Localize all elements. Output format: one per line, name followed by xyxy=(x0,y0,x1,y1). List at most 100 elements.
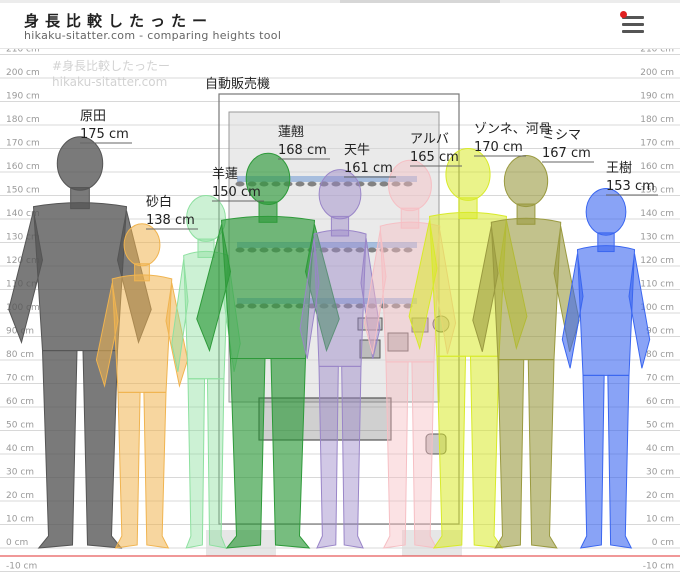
person-name: ゾンネ、河骨 xyxy=(474,122,552,137)
tick-label-right: 80 cm xyxy=(646,350,674,360)
tick-label-right: 120 cm xyxy=(640,256,674,266)
tick-label-right: 100 cm xyxy=(640,303,674,313)
person-torso xyxy=(220,215,316,359)
tick-label-left: 10 cm xyxy=(6,515,34,525)
tick-label-left: 200 cm xyxy=(6,68,40,78)
tick-label-left: 180 cm xyxy=(6,115,40,125)
chart-canvas: 210 cm 210 cm200 cm 200 cm190 cm 190 cm180 … xyxy=(0,48,680,572)
tick-label-right: 10 cm xyxy=(646,515,674,525)
drink-bottle xyxy=(307,181,317,187)
tick-label-left: 30 cm xyxy=(6,468,34,478)
tick-label-right: 110 cm xyxy=(640,280,674,290)
site-title[interactable]: 身長比較したったー xyxy=(24,10,213,31)
person-name: 蓮翹 xyxy=(278,125,304,140)
tick-label-left: 170 cm xyxy=(6,139,40,149)
person-torso xyxy=(313,229,367,367)
tick-label-right: 50 cm xyxy=(646,421,674,431)
tick-label-right: 30 cm xyxy=(646,468,674,478)
person-leg-right xyxy=(270,357,311,549)
person-height: 175 cm xyxy=(80,127,129,142)
tick-label-left: 190 cm xyxy=(6,92,40,102)
person-name: 砂白 xyxy=(146,194,172,210)
app-header: 身長比較したったー hikaku-sitatter.com - comparin… xyxy=(0,0,680,49)
drink-bottle xyxy=(379,181,389,187)
vending-machine-label: 自動販売機 xyxy=(205,76,270,92)
tick-label-right: 180 cm xyxy=(640,115,674,125)
person-leg-right xyxy=(82,350,123,549)
person-torso xyxy=(490,217,562,361)
menu-bar-icon xyxy=(622,23,644,26)
site-subtitle: hikaku-sitatter.com - comparing heights … xyxy=(24,29,282,42)
tick-label-left: 50 cm xyxy=(6,421,34,431)
person-name: アルバ xyxy=(410,132,449,147)
watermark-url: hikaku-sitatter.com xyxy=(52,75,167,89)
person-leg-left xyxy=(579,374,605,549)
menu-bar-icon xyxy=(622,30,644,33)
tick-label-right: 90 cm xyxy=(646,327,674,337)
tick-label-left: 150 cm xyxy=(6,186,40,196)
person-label: ゾンネ、河骨 170 cm xyxy=(474,122,552,157)
person-leg-left xyxy=(225,357,266,549)
person-height: 150 cm xyxy=(212,185,261,200)
tick-label-left: 160 cm xyxy=(6,162,40,172)
person-name: 天牛 xyxy=(344,143,370,158)
person-name: 王樹 xyxy=(606,161,632,176)
person-leg-left xyxy=(382,361,409,549)
person-head xyxy=(123,223,161,267)
person-leg-left xyxy=(37,350,78,549)
person-leg-left xyxy=(185,378,206,549)
person-leg-right xyxy=(607,374,633,549)
person-leg-right xyxy=(206,378,227,549)
notification-dot-icon xyxy=(620,11,627,18)
watermark-hashtag: #身長比較したったー xyxy=(52,58,170,73)
tick-label-right: 0 cm xyxy=(652,538,674,548)
person-head xyxy=(56,136,104,191)
tick-label-right: 20 cm xyxy=(646,491,674,501)
tick-label-right: 200 cm xyxy=(640,68,674,78)
person-head xyxy=(388,159,432,212)
person-height: 138 cm xyxy=(146,213,195,228)
tick-label-right: 190 cm xyxy=(640,92,674,102)
person-height: 161 cm xyxy=(344,161,393,176)
person-arm-left xyxy=(8,210,44,345)
tick-label-left: -10 cm xyxy=(6,562,37,572)
height-comparison-chart: 210 cm 210 cm 200 cm 200 cm 190 cm 190 cm 180 … xyxy=(0,48,680,580)
tick-label-left: 0 cm xyxy=(6,538,28,548)
tick-label-right: 140 cm xyxy=(640,209,674,219)
person-leg-right xyxy=(469,355,504,549)
person-height: 167 cm xyxy=(542,146,591,161)
tick-label-left: 60 cm xyxy=(6,397,34,407)
person-name: 原田 xyxy=(80,109,106,124)
watermark: #身長比較したったー hikaku-sitatter.com xyxy=(52,58,170,89)
person-height: 165 cm xyxy=(410,150,459,165)
person-height: 153 cm xyxy=(606,179,655,194)
tick-label-right: -10 cm xyxy=(643,562,674,572)
person-name: ミシマ xyxy=(542,128,581,143)
drink-bottle xyxy=(367,181,377,187)
top-accent-line xyxy=(0,0,680,3)
tick-label-right: 130 cm xyxy=(640,233,674,243)
person-label: ミシマ 167 cm xyxy=(542,128,594,163)
person-label: 原田 175 cm xyxy=(80,109,132,144)
tick-label-right: 170 cm xyxy=(640,139,674,149)
person-head xyxy=(503,155,549,208)
tick-label-left: 20 cm xyxy=(6,491,34,501)
person-torso xyxy=(111,274,173,393)
tick-label-right: 40 cm xyxy=(646,444,674,454)
person-leg-left xyxy=(316,365,339,549)
tick-label-left: 80 cm xyxy=(6,350,34,360)
person-leg-right xyxy=(341,365,364,549)
person-leg-right xyxy=(411,361,438,549)
hamburger-menu-button[interactable] xyxy=(620,11,646,36)
tick-label-right: 70 cm xyxy=(646,374,674,384)
drink-bottle xyxy=(367,247,377,253)
people-silhouettes xyxy=(8,136,651,549)
drink-bottle xyxy=(295,181,305,187)
tick-label-right: 160 cm xyxy=(640,162,674,172)
person-height: 168 cm xyxy=(278,143,327,158)
person-height: 170 cm xyxy=(474,140,523,155)
person-torso xyxy=(576,245,636,376)
person-name: 羊蓮 xyxy=(212,166,238,182)
tick-label-left: 40 cm xyxy=(6,444,34,454)
tick-label-left: 70 cm xyxy=(6,374,34,384)
